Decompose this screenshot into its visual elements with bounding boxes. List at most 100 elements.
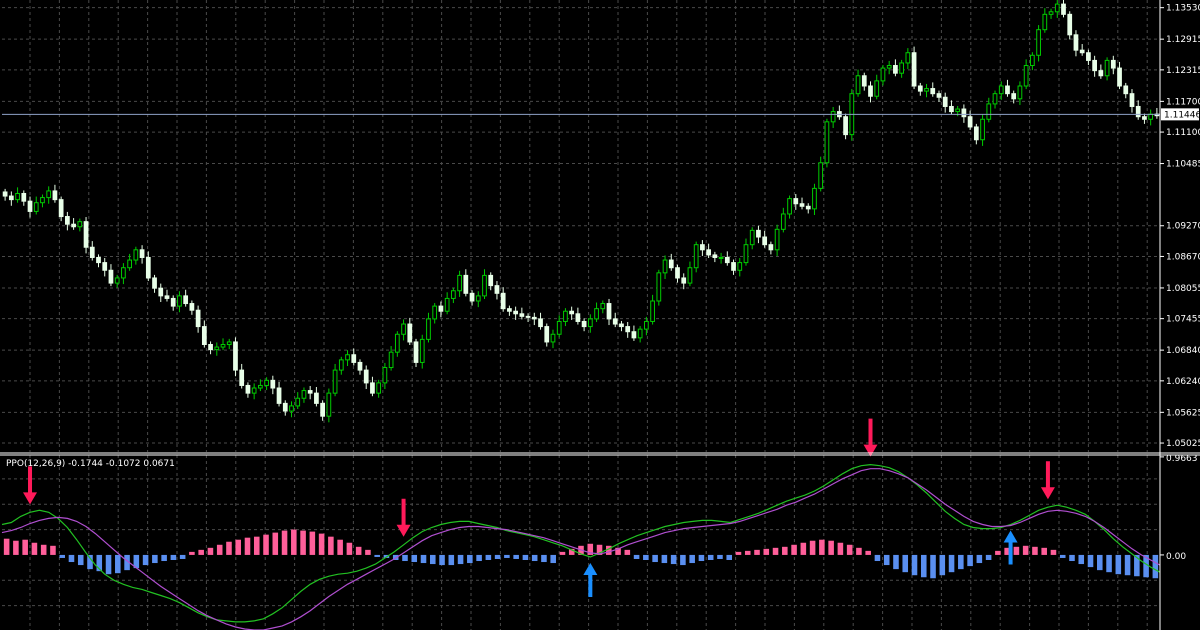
candle-body bbox=[942, 96, 948, 107]
histogram-bar bbox=[1013, 546, 1020, 555]
candle-body bbox=[65, 216, 70, 225]
candle-body bbox=[973, 126, 979, 141]
candle-body bbox=[108, 269, 114, 284]
candle-body bbox=[668, 259, 674, 269]
histogram-bar bbox=[541, 554, 547, 563]
candle-body bbox=[612, 318, 618, 325]
candle-body bbox=[768, 244, 774, 251]
price-tick-label: 1.10485 bbox=[1166, 160, 1200, 170]
candle-body bbox=[955, 108, 961, 113]
candle-body bbox=[139, 249, 145, 258]
candle-body bbox=[1011, 93, 1017, 100]
candle-body bbox=[538, 318, 543, 328]
histogram-bar bbox=[1059, 554, 1066, 558]
candle-body bbox=[382, 367, 388, 384]
candle-body bbox=[320, 402, 325, 417]
candle-body bbox=[855, 75, 861, 95]
histogram-bar bbox=[68, 554, 75, 563]
candle-body bbox=[675, 267, 680, 279]
candle-body bbox=[27, 200, 33, 212]
candle-body bbox=[208, 344, 213, 351]
candle-body bbox=[911, 52, 917, 87]
candle-body bbox=[812, 187, 817, 210]
price-tick-label: 1.08670 bbox=[1166, 252, 1200, 262]
candle-body bbox=[1110, 59, 1116, 69]
candle-body bbox=[40, 197, 45, 204]
candle-body bbox=[270, 379, 276, 389]
candle-body bbox=[245, 384, 251, 394]
candle-body bbox=[886, 65, 892, 69]
histogram-bar bbox=[105, 554, 112, 575]
histogram-bar bbox=[782, 546, 788, 555]
histogram-bar bbox=[1087, 554, 1094, 568]
candle-body bbox=[1048, 11, 1054, 15]
price-tick-label: 1.12315 bbox=[1166, 66, 1200, 76]
candle-body bbox=[338, 359, 344, 371]
candle-body bbox=[712, 254, 718, 258]
histogram-bar bbox=[652, 554, 658, 563]
candle-body bbox=[1054, 3, 1060, 13]
candle-body bbox=[388, 351, 394, 369]
candle-body bbox=[183, 295, 189, 305]
histogram-bar bbox=[40, 544, 47, 555]
histogram-bar bbox=[513, 554, 519, 559]
histogram-bar bbox=[50, 545, 56, 555]
candle-body bbox=[1129, 93, 1135, 107]
candle-body bbox=[563, 310, 568, 322]
candle-body bbox=[924, 88, 929, 92]
candle-body bbox=[326, 392, 332, 417]
candle-body bbox=[394, 333, 400, 353]
candle-body bbox=[226, 341, 232, 346]
histogram-bar bbox=[485, 554, 492, 560]
histogram-bar bbox=[1124, 554, 1131, 576]
candle-body bbox=[1067, 13, 1073, 36]
histogram-bar bbox=[3, 538, 10, 555]
candle-body bbox=[351, 354, 357, 363]
candle-body bbox=[164, 295, 170, 299]
histogram-bar bbox=[1041, 547, 1047, 555]
histogram-bar bbox=[170, 554, 177, 560]
candle-body bbox=[407, 323, 413, 343]
price-tick-label: 1.06840 bbox=[1166, 346, 1200, 356]
candle-body bbox=[432, 305, 438, 320]
candle-body bbox=[1036, 29, 1041, 56]
candle-body bbox=[631, 331, 637, 339]
candle-body bbox=[426, 318, 431, 340]
histogram-bar bbox=[809, 540, 816, 555]
price-tick-label: 1.11100 bbox=[1166, 128, 1200, 138]
indicator-tick-label: 0.00 bbox=[1166, 552, 1186, 562]
candle-body bbox=[469, 292, 475, 302]
indicator-label: PPO(12,26,9) -0.1744 -0.1072 0.0671 bbox=[6, 459, 175, 469]
histogram-bar bbox=[930, 554, 936, 579]
histogram-bar bbox=[865, 550, 871, 555]
candle-body bbox=[731, 262, 736, 271]
candle-body bbox=[874, 80, 880, 97]
price-tick-label: 1.13530 bbox=[1166, 4, 1200, 14]
histogram-bar bbox=[189, 551, 195, 555]
candle-body bbox=[600, 303, 606, 310]
current-price-label: 1.11446 bbox=[1164, 110, 1200, 120]
candle-body bbox=[2, 191, 8, 197]
histogram-bar bbox=[976, 554, 983, 564]
candle-body bbox=[513, 310, 518, 315]
histogram-bar bbox=[235, 539, 242, 555]
candle-body bbox=[158, 287, 164, 297]
candle-body bbox=[332, 369, 338, 394]
candle-body bbox=[307, 390, 313, 394]
price-tick-label: 1.12915 bbox=[1166, 35, 1200, 45]
price-tick-label: 1.08055 bbox=[1166, 284, 1200, 294]
candle-body bbox=[1061, 3, 1066, 15]
candle-body bbox=[1086, 52, 1091, 61]
histogram-bar bbox=[457, 554, 464, 565]
histogram-bar bbox=[244, 537, 251, 555]
histogram-bar bbox=[763, 548, 770, 555]
candle-body bbox=[917, 85, 923, 92]
candle-body bbox=[619, 323, 624, 328]
histogram-bar bbox=[300, 530, 306, 555]
histogram-bar bbox=[253, 536, 260, 555]
candle-body bbox=[980, 118, 985, 141]
histogram-bar bbox=[661, 554, 668, 564]
histogram-bar bbox=[643, 554, 649, 560]
histogram-bar bbox=[717, 554, 723, 559]
candle-body bbox=[805, 205, 811, 210]
